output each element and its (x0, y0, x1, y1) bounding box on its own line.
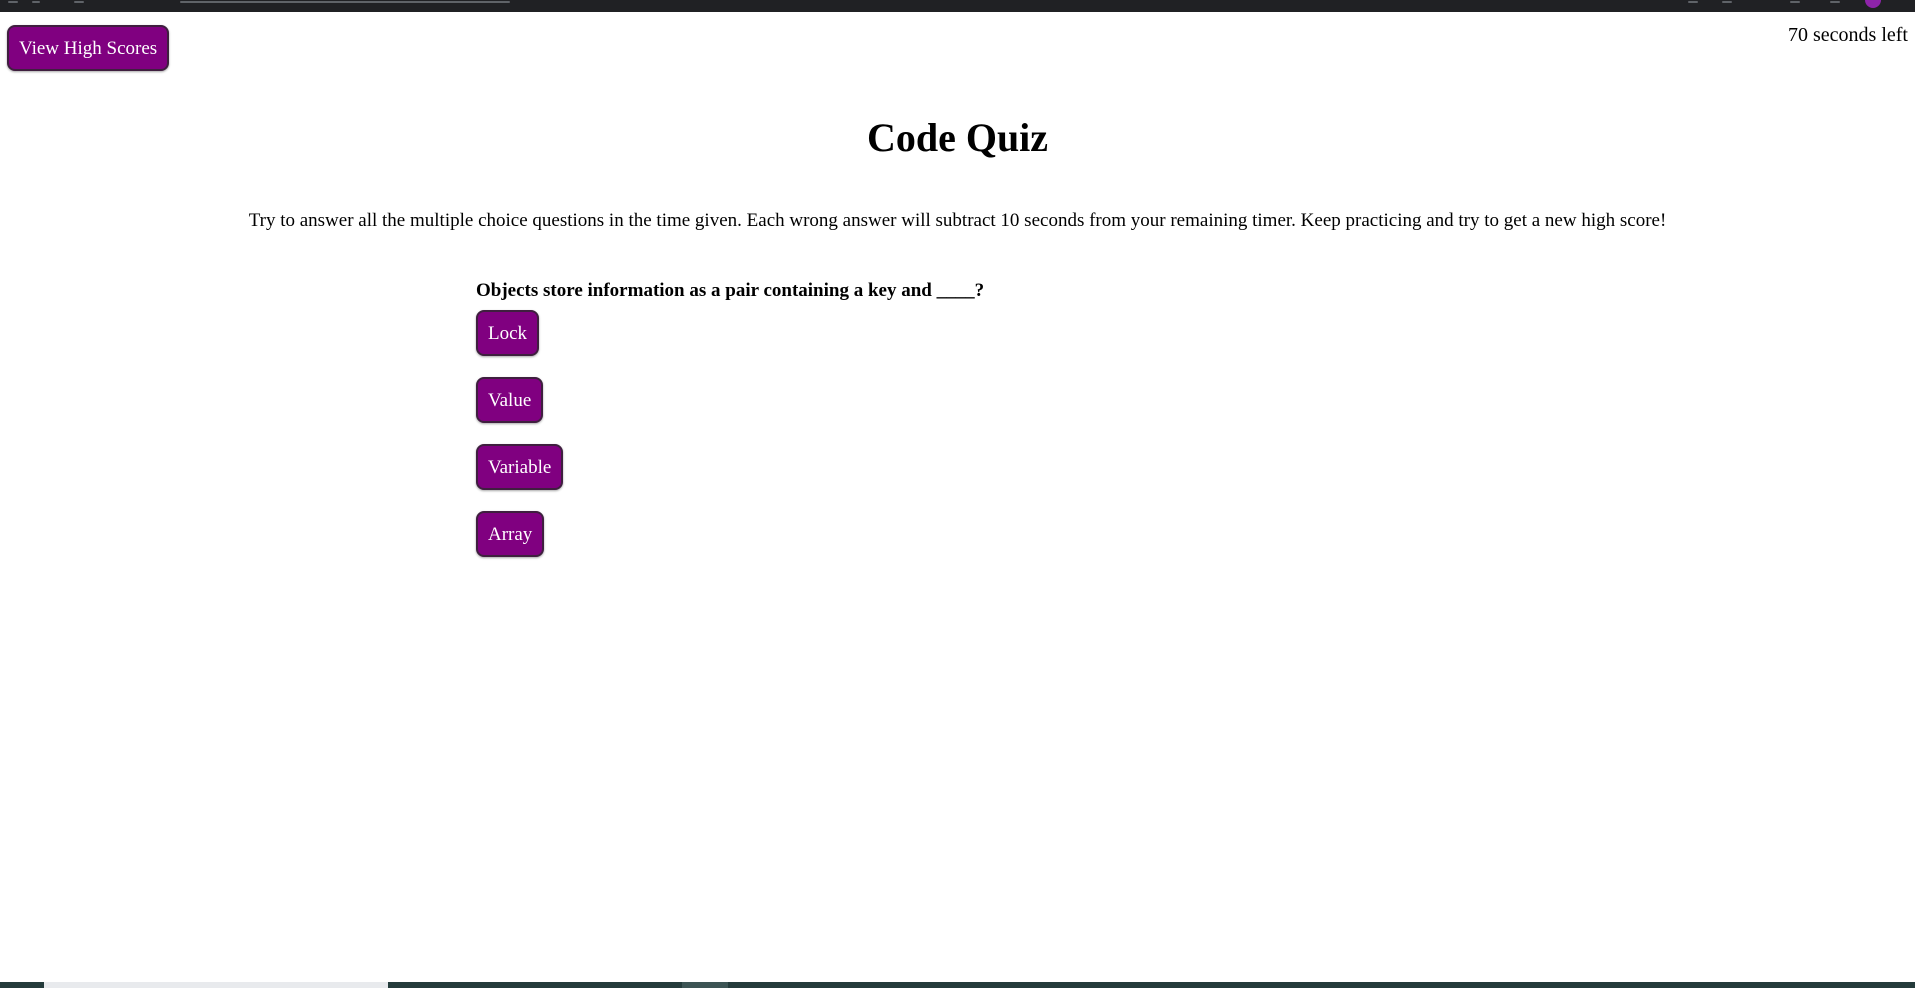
browser-forward-icon[interactable] (32, 1, 40, 3)
timer-text: 70 seconds left (1788, 24, 1908, 46)
browser-bottom-bar (0, 982, 1915, 988)
answer-choice-item: Value (476, 377, 984, 423)
answer-choice-item: Array (476, 511, 984, 557)
answer-choice-button[interactable]: Value (476, 377, 544, 423)
browser-back-icon[interactable] (8, 1, 18, 3)
question-text: Objects store information as a pair cont… (476, 280, 985, 301)
answer-choices-list: Lock Value Variable Array (476, 310, 984, 557)
browser-bottom-scroll-thumb[interactable] (682, 982, 728, 988)
browser-profile-avatar[interactable] (1865, 0, 1881, 8)
browser-reload-icon[interactable] (74, 1, 84, 3)
browser-puzzle-icon[interactable] (1790, 1, 1800, 3)
answer-choice-item: Lock (476, 310, 984, 356)
answer-choice-button[interactable]: Array (476, 511, 545, 557)
browser-extension-icon[interactable] (1688, 1, 1698, 3)
instructions-text: Try to answer all the multiple choice qu… (248, 210, 1667, 231)
view-high-scores-button[interactable]: View High Scores (7, 25, 170, 71)
browser-top-bar (0, 0, 1915, 12)
answer-choice-button[interactable]: Lock (476, 310, 540, 356)
answer-choice-item: Variable (476, 444, 984, 490)
browser-bookmark-icon[interactable] (1722, 1, 1732, 3)
quiz-container: Objects store information as a pair cont… (476, 280, 984, 578)
page-title: Code Quiz (866, 115, 1049, 160)
answer-choice-button[interactable]: Variable (476, 444, 564, 490)
browser-bottom-tab[interactable] (44, 982, 388, 988)
browser-address-bar[interactable] (180, 1, 510, 3)
browser-menu-icon[interactable] (1830, 1, 1840, 3)
